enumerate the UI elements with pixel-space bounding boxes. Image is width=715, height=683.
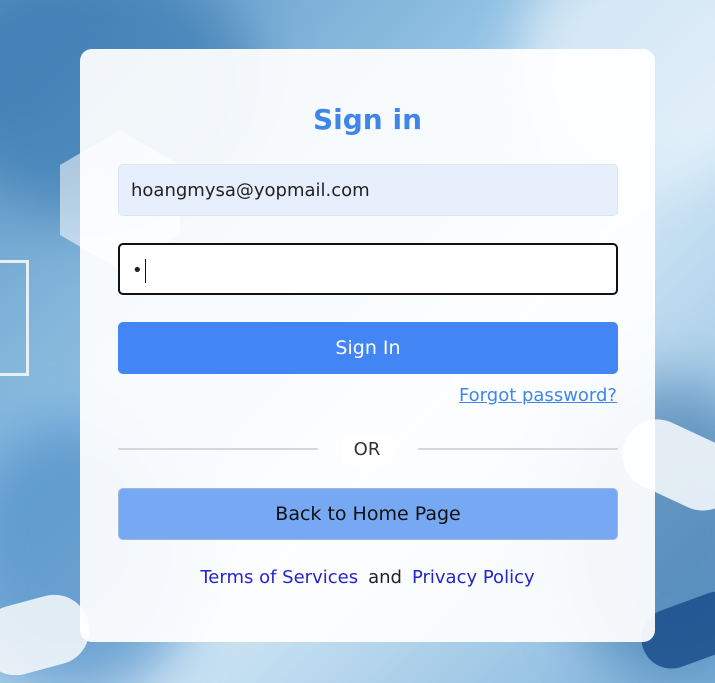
password-field[interactable]: • xyxy=(118,243,618,295)
email-field[interactable]: hoangmysa@yopmail.com xyxy=(118,164,618,216)
and-text: and xyxy=(368,567,402,588)
divider-left xyxy=(118,448,318,450)
password-value: • xyxy=(132,260,143,281)
signin-button[interactable]: Sign In xyxy=(118,322,618,374)
footer-links: Terms of Services and Privacy Policy xyxy=(80,567,655,588)
forgot-password-link[interactable]: Forgot password? xyxy=(459,385,617,406)
page-title: Sign in xyxy=(312,103,423,136)
signin-card: Sign in hoangmysa@yopmail.com • Sign In … xyxy=(80,49,655,642)
back-to-home-button[interactable]: Back to Home Page xyxy=(118,488,618,540)
or-separator: OR xyxy=(341,435,393,465)
text-caret xyxy=(144,259,146,283)
divider-right xyxy=(418,448,618,450)
terms-link[interactable]: Terms of Services xyxy=(200,567,358,588)
email-value: hoangmysa@yopmail.com xyxy=(131,180,370,201)
privacy-link[interactable]: Privacy Policy xyxy=(412,567,535,588)
